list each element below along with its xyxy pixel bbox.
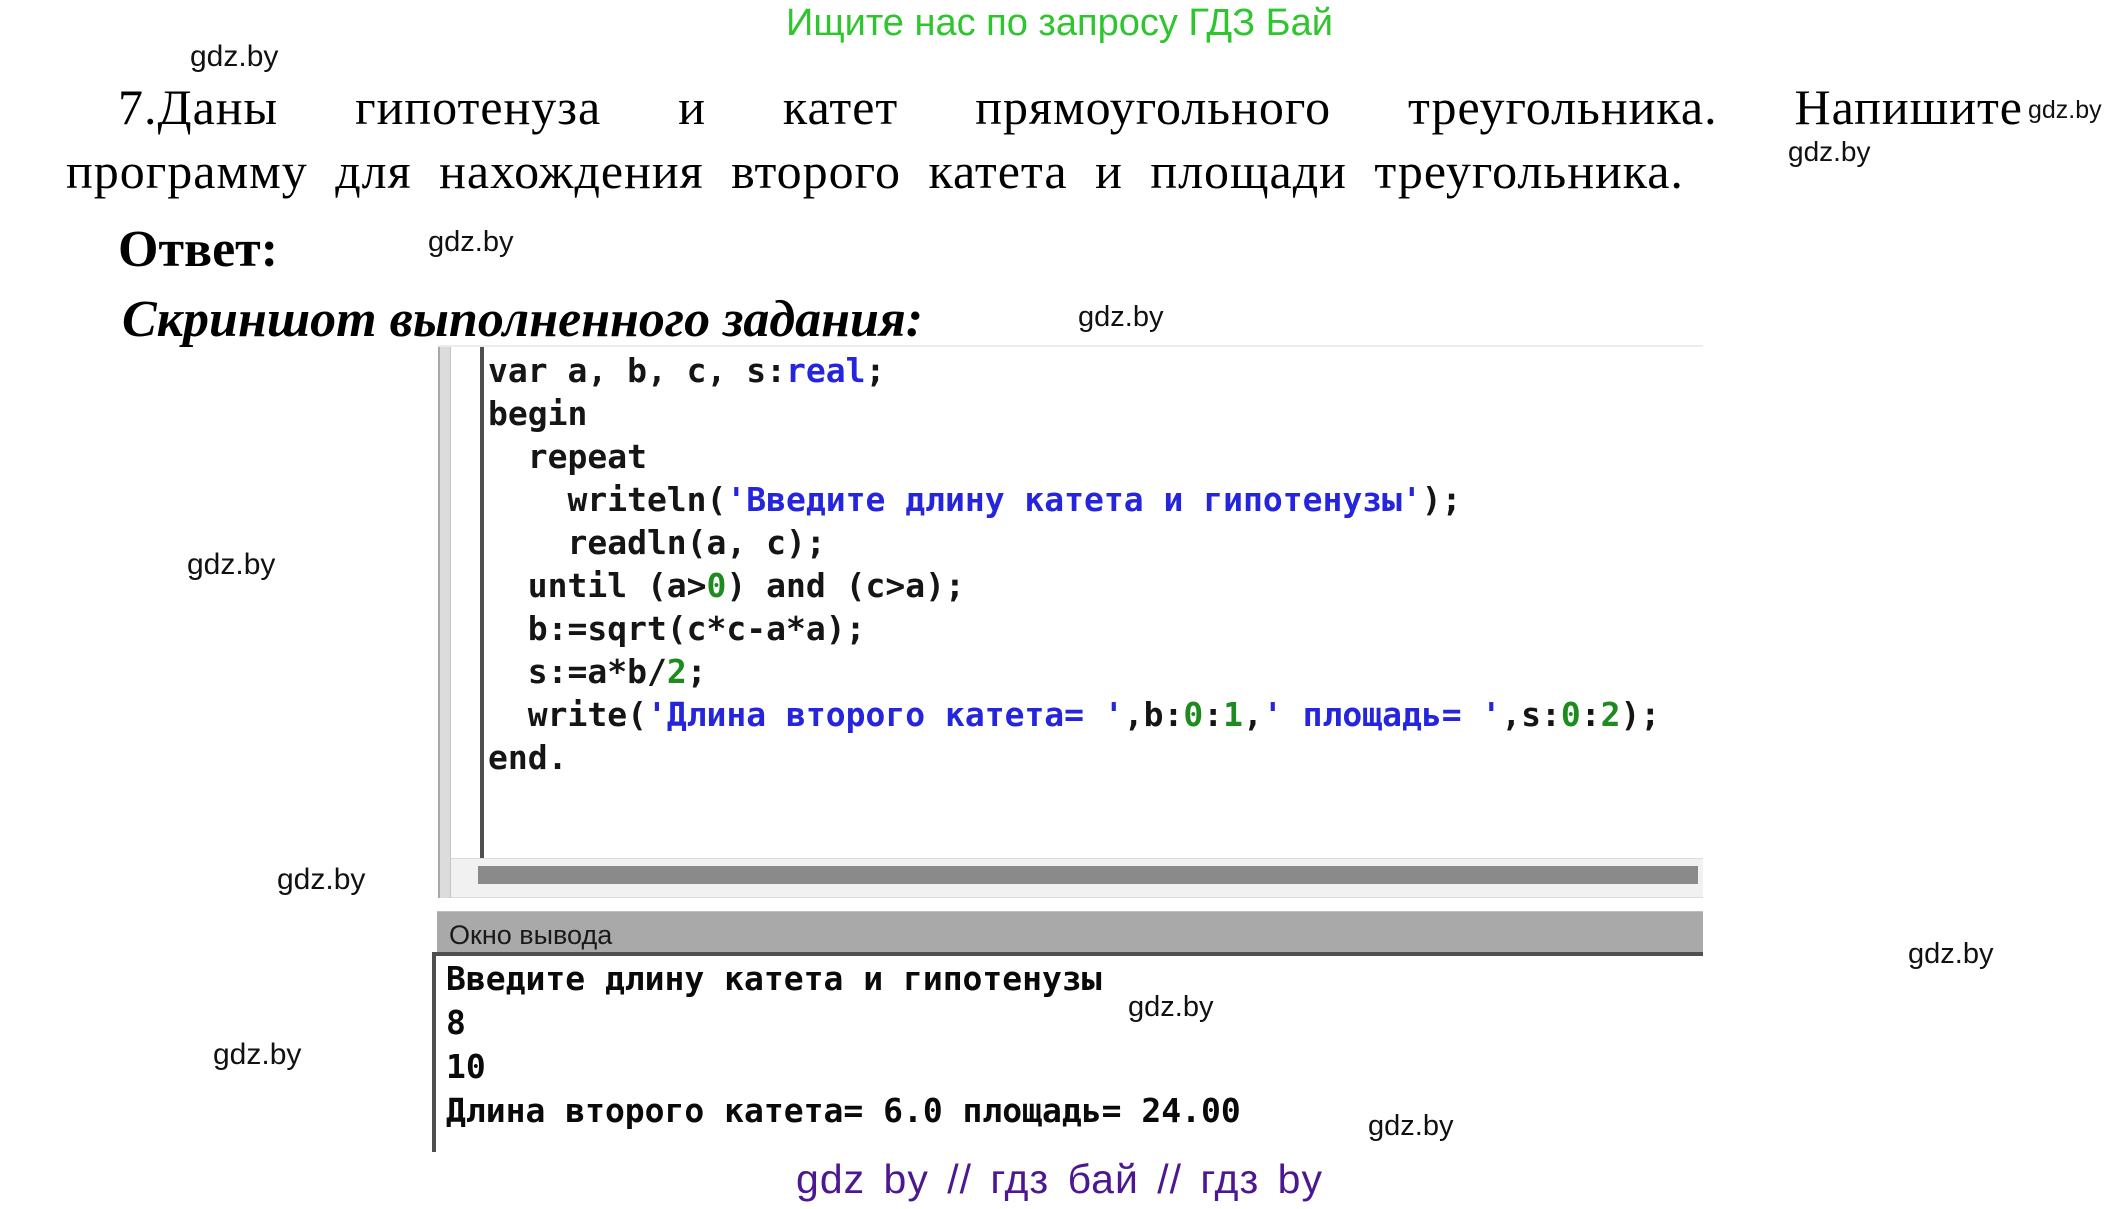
code-line: repeat <box>488 435 1660 478</box>
watermark-gdzby: gdz.by <box>187 548 275 582</box>
output-window-title: Окно вывода <box>449 912 612 956</box>
code-line: b:=sqrt(c*c-a*a); <box>488 607 1660 650</box>
watermark-gdzby: gdz.by <box>277 863 365 897</box>
code-line: write('Длина второго катета= ',b:0:1,' п… <box>488 693 1660 736</box>
watermark-gdzby: gdz.by <box>190 40 278 74</box>
promo-title: Ищите нас по запросу ГДЗ Бай <box>0 2 2119 45</box>
watermark-gdzby: gdz.by <box>1078 301 1163 334</box>
answer-label: Ответ: <box>118 220 278 279</box>
output-line: 10 <box>446 1045 1241 1089</box>
screenshot-label: Скриншот выполненного задания: <box>122 290 923 349</box>
task-text-line1: 7.Даны гипотенуза и катет прямоугольного… <box>118 78 2023 136</box>
page: { "page": { "promo_title": "Ищите нас по… <box>0 0 2119 1209</box>
code-line: begin <box>488 392 1660 435</box>
horizontal-scrollbar-thumb[interactable] <box>478 866 1698 884</box>
code-line: until (a>0) and (c>a); <box>488 564 1660 607</box>
output-line: Длина второго катета= 6.0 площадь= 24.00 <box>446 1089 1241 1133</box>
output-line: 8 <box>446 1001 1241 1045</box>
task-text-line2: программу для нахождения второго катета … <box>66 142 1684 200</box>
watermark-gdzby: gdz.by <box>1788 136 1871 168</box>
ide-screenshot: var a, b, c, s:real;begin repeat writeln… <box>437 345 1703 1155</box>
editor-left-gutter <box>438 347 451 898</box>
watermark-gdzby: gdz.by <box>428 226 513 259</box>
code-line: writeln('Введите длину катета и гипотену… <box>488 478 1660 521</box>
code-line: end. <box>488 736 1660 779</box>
footer-branding: gdz by // гдз бай // гдз by <box>0 1156 2119 1203</box>
output-line: Введите длину катета и гипотенузы <box>446 957 1241 1001</box>
output-window-content: Введите длину катета и гипотенузы810Длин… <box>432 952 1703 1152</box>
output-text: Введите длину катета и гипотенузы810Длин… <box>446 957 1241 1133</box>
watermark-gdzby: gdz.by <box>1908 938 1993 971</box>
code-block: var a, b, c, s:real;begin repeat writeln… <box>488 349 1660 779</box>
code-line: var a, b, c, s:real; <box>488 349 1660 392</box>
editor-left-border-line <box>480 347 484 858</box>
code-line: readln(a, c); <box>488 521 1660 564</box>
watermark-gdzby: gdz.by <box>2028 96 2102 125</box>
watermark-gdzby: gdz.by <box>213 1038 301 1072</box>
code-line: s:=a*b/2; <box>488 650 1660 693</box>
output-window-titlebar: Окно вывода <box>437 911 1703 955</box>
